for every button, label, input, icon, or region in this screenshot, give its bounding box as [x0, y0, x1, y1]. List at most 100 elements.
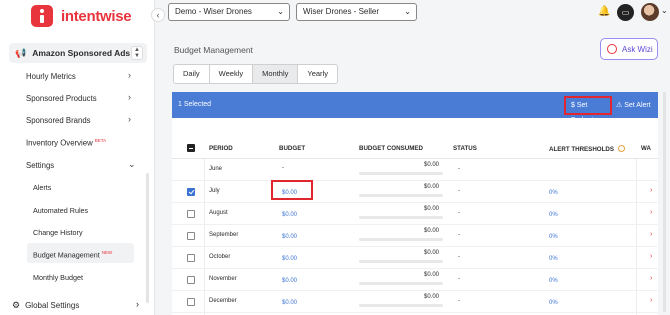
section-switcher[interactable]: 📢 Amazon Sponsored Ads ▲ ▼ — [9, 43, 147, 63]
row-action-icon[interactable]: › — [650, 297, 652, 304]
column-wa[interactable]: WA — [641, 145, 651, 152]
ask-wizi-button[interactable]: Ask Wizi — [600, 38, 658, 60]
column-budget[interactable]: BUDGET — [279, 145, 305, 152]
sidebar-scrollbar[interactable] — [146, 173, 149, 303]
account-dropdown[interactable]: Demo - Wiser Drones ⌄ — [168, 3, 290, 21]
tab-weekly[interactable]: Weekly — [210, 65, 254, 83]
table-row: August $0.00 $0.00 - 0% › — [172, 203, 658, 225]
sidebar-subitem-monthly-budget[interactable]: Monthly Budget — [33, 273, 83, 282]
sidebar-subitem-budget-management[interactable]: Budget Management NEW — [33, 250, 112, 259]
page-title: Budget Management — [174, 45, 253, 55]
gear-icon: ⚙ — [12, 300, 21, 310]
table-row: October $0.00 $0.00 - 0% › — [172, 247, 658, 269]
up-down-chevron-icon[interactable]: ▲ ▼ — [131, 46, 143, 60]
column-status[interactable]: STATUS — [453, 145, 477, 152]
avatar[interactable] — [641, 3, 659, 21]
consumed-progress-bar — [359, 172, 443, 175]
period-cell: December — [209, 298, 237, 304]
chevron-right-icon[interactable]: › — [128, 70, 131, 80]
chevron-down-icon[interactable]: ⌄ — [128, 159, 136, 170]
consumed-progress-bar — [359, 194, 443, 197]
selection-bar: 1 Selected $ Set Budget ⚠ Set Alert — [172, 92, 658, 124]
budget-cell[interactable]: $0.00 — [282, 212, 297, 218]
tab-monthly[interactable]: Monthly — [253, 65, 299, 83]
row-action-icon[interactable]: › — [650, 209, 652, 216]
row-action-icon[interactable]: › — [650, 275, 652, 282]
select-all-checkbox[interactable] — [187, 144, 195, 152]
set-alert-button[interactable]: ⚠ Set Alert — [616, 101, 651, 109]
sidebar-item-label: Budget Management — [33, 250, 100, 260]
budget-cell[interactable]: $0.00 — [282, 256, 297, 262]
status-cell: - — [458, 166, 460, 172]
row-action-icon[interactable]: › — [650, 187, 652, 194]
wizi-icon — [607, 44, 617, 54]
table-row: June - $0.00 - — [172, 159, 658, 181]
row-action-icon[interactable]: › — [650, 231, 652, 238]
period-cell: October — [209, 254, 231, 260]
collapse-sidebar-button[interactable]: ‹ — [151, 8, 165, 22]
sidebar-item-inventory-overview[interactable]: Inventory Overview BETA — [26, 138, 106, 148]
consumed-cell: $0.00 — [424, 228, 440, 234]
table-header: PERIOD BUDGET BUDGET CONSUMED STATUS ALE… — [172, 137, 658, 159]
table-row: December $0.00 $0.00 - 0% › — [172, 291, 658, 313]
chat-icon[interactable]: ▭ — [617, 4, 634, 21]
row-checkbox[interactable] — [187, 188, 195, 196]
table-row: November $0.00 $0.00 - 0% › — [172, 269, 658, 291]
megaphone-icon: 📢 — [15, 47, 27, 58]
status-cell: - — [458, 298, 460, 304]
chevron-right-icon[interactable]: › — [128, 114, 131, 124]
consumed-progress-bar — [359, 216, 443, 219]
section-label: Amazon Sponsored Ads — [32, 48, 131, 58]
alert-threshold-cell[interactable]: 0% — [549, 300, 558, 306]
row-checkbox[interactable] — [187, 276, 195, 284]
sidebar: intentwise 📢 Amazon Sponsored Ads ▲ ▼ Hou… — [0, 0, 155, 315]
consumed-progress-bar — [359, 282, 443, 285]
chevron-down-icon: ⌄ — [277, 7, 284, 16]
row-checkbox[interactable] — [187, 298, 195, 306]
tab-yearly[interactable]: Yearly — [298, 65, 337, 83]
bell-icon[interactable]: 🔔 — [598, 6, 610, 17]
column-budget-consumed[interactable]: BUDGET CONSUMED — [359, 145, 423, 152]
global-settings[interactable]: ⚙ Global Settings › — [12, 299, 139, 311]
info-icon[interactable] — [617, 145, 625, 152]
row-action-icon[interactable]: › — [650, 253, 652, 260]
budget-cell: - — [282, 165, 284, 171]
ask-wizi-label: Ask Wizi — [622, 44, 653, 54]
set-budget-button[interactable]: $ Set Budget — [564, 96, 612, 124]
column-alert-thresholds[interactable]: ALERT THRESHOLDS — [549, 145, 625, 153]
period-cell: July — [209, 188, 220, 194]
sidebar-subitem-alerts[interactable]: Alerts — [33, 183, 51, 192]
brand-name: intentwise — [61, 7, 132, 25]
chevron-down-icon[interactable]: ⌄ — [661, 6, 668, 15]
page-scrollbar[interactable] — [663, 92, 666, 312]
row-checkbox[interactable] — [187, 210, 195, 218]
alert-threshold-cell[interactable]: 0% — [549, 190, 558, 196]
sidebar-item-sponsored-products[interactable]: Sponsored Products — [26, 94, 97, 103]
consumed-progress-bar — [359, 260, 443, 263]
alert-threshold-cell[interactable]: 0% — [549, 256, 558, 262]
budget-cell[interactable]: $0.00 — [282, 278, 297, 284]
row-checkbox[interactable] — [187, 232, 195, 240]
profile-dropdown[interactable]: Wiser Drones - Seller ⌄ — [296, 3, 417, 21]
row-checkbox[interactable] — [187, 254, 195, 262]
budget-cell[interactable]: $0.00 — [282, 234, 297, 240]
sidebar-subitem-change-history[interactable]: Change History — [33, 228, 83, 237]
sidebar-item-hourly-metrics[interactable]: Hourly Metrics — [26, 72, 76, 81]
budget-cell[interactable]: $0.00 — [282, 300, 297, 306]
status-cell: - — [458, 188, 460, 194]
column-period[interactable]: PERIOD — [209, 145, 233, 152]
sidebar-item-settings[interactable]: Settings — [26, 161, 54, 170]
alert-threshold-cell[interactable]: 0% — [549, 234, 558, 240]
tab-daily[interactable]: Daily — [174, 65, 210, 83]
alert-threshold-cell[interactable]: 0% — [549, 212, 558, 218]
consumed-cell: $0.00 — [424, 162, 440, 168]
global-settings-label: Global Settings — [25, 301, 80, 310]
sidebar-item-sponsored-brands[interactable]: Sponsored Brands — [26, 116, 91, 125]
period-cell: November — [209, 276, 237, 282]
chevron-right-icon[interactable]: › — [128, 92, 131, 102]
brand-logo[interactable]: intentwise — [31, 5, 132, 27]
consumed-cell: $0.00 — [424, 294, 440, 300]
consumed-cell: $0.00 — [424, 206, 440, 212]
sidebar-subitem-automated-rules[interactable]: Automated Rules — [33, 206, 88, 215]
alert-threshold-cell[interactable]: 0% — [549, 278, 558, 284]
